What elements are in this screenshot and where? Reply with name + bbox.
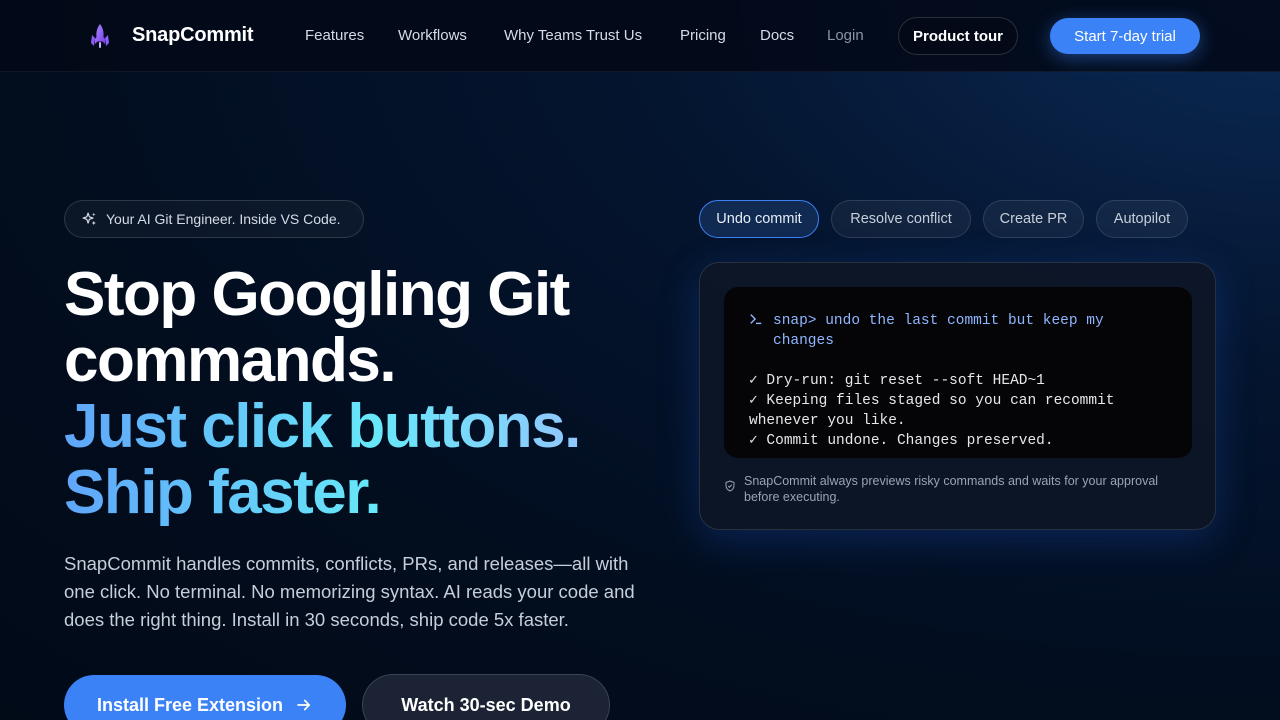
headline-line-1: Stop Googling Git (64, 260, 570, 329)
terminal-command-line: snap> undo the last commit but keep my c… (749, 311, 1167, 351)
top-nav: SnapCommit Features Workflows Why Teams … (0, 0, 1280, 72)
tab-autopilot[interactable]: Autopilot (1096, 200, 1188, 238)
rocket-icon[interactable] (88, 23, 112, 49)
headline-line-4: Ship faster. (64, 460, 684, 526)
terminal-panel: snap> undo the last commit but keep my c… (724, 287, 1192, 458)
hero-headline: Stop Googling Git commands. Just click b… (64, 262, 684, 526)
headline-line-2: commands. (64, 326, 397, 395)
hero-badge: Your AI Git Engineer. Inside VS Code. (64, 200, 364, 238)
safety-note-text: SnapCommit always previews risky command… (744, 474, 1159, 504)
hero-badge-text: Your AI Git Engineer. Inside VS Code. (106, 211, 341, 227)
hero-subtitle: SnapCommit handles commits, conflicts, P… (64, 553, 635, 630)
install-extension-button[interactable]: Install Free Extension (64, 675, 346, 720)
headline-line-3: Just click buttons. (64, 394, 684, 460)
start-trial-button[interactable]: Start 7-day trial (1050, 18, 1200, 54)
watch-demo-button[interactable]: Watch 30-sec Demo (362, 674, 610, 720)
brand-name[interactable]: SnapCommit (132, 24, 254, 47)
nav-link-workflows[interactable]: Workflows (398, 27, 467, 44)
tab-create-pr[interactable]: Create PR (983, 200, 1084, 238)
shield-icon (725, 480, 735, 492)
nav-link-pricing[interactable]: Pricing (680, 27, 726, 44)
nav-link-why-teams-trust-us[interactable]: Why Teams Trust Us (504, 27, 642, 44)
demo-card: snap> undo the last commit but keep my c… (699, 262, 1216, 530)
nav-link-features[interactable]: Features (305, 27, 364, 44)
terminal-command: undo the last commit but keep my changes (773, 313, 1104, 349)
nav-link-login[interactable]: Login (827, 27, 864, 44)
nav-link-docs[interactable]: Docs (760, 27, 794, 44)
safety-note: SnapCommit always previews risky command… (724, 473, 1194, 505)
terminal-output-line: ✓ Keeping files staged so you can recomm… (749, 393, 1115, 429)
product-tour-button[interactable]: Product tour (898, 17, 1018, 55)
install-button-label: Install Free Extension (96, 694, 284, 715)
terminal-icon (749, 311, 763, 351)
arrow-right-icon (297, 699, 311, 711)
sparkles-icon (82, 212, 96, 225)
terminal-output-line: ✓ Commit undone. Changes preserved. (749, 433, 1054, 449)
tab-resolve-conflict[interactable]: Resolve conflict (831, 200, 971, 238)
tab-undo-commit[interactable]: Undo commit (699, 200, 819, 238)
terminal-output-line: ✓ Dry-run: git reset --soft HEAD~1 (749, 373, 1045, 389)
terminal-prompt: snap> (773, 313, 817, 329)
